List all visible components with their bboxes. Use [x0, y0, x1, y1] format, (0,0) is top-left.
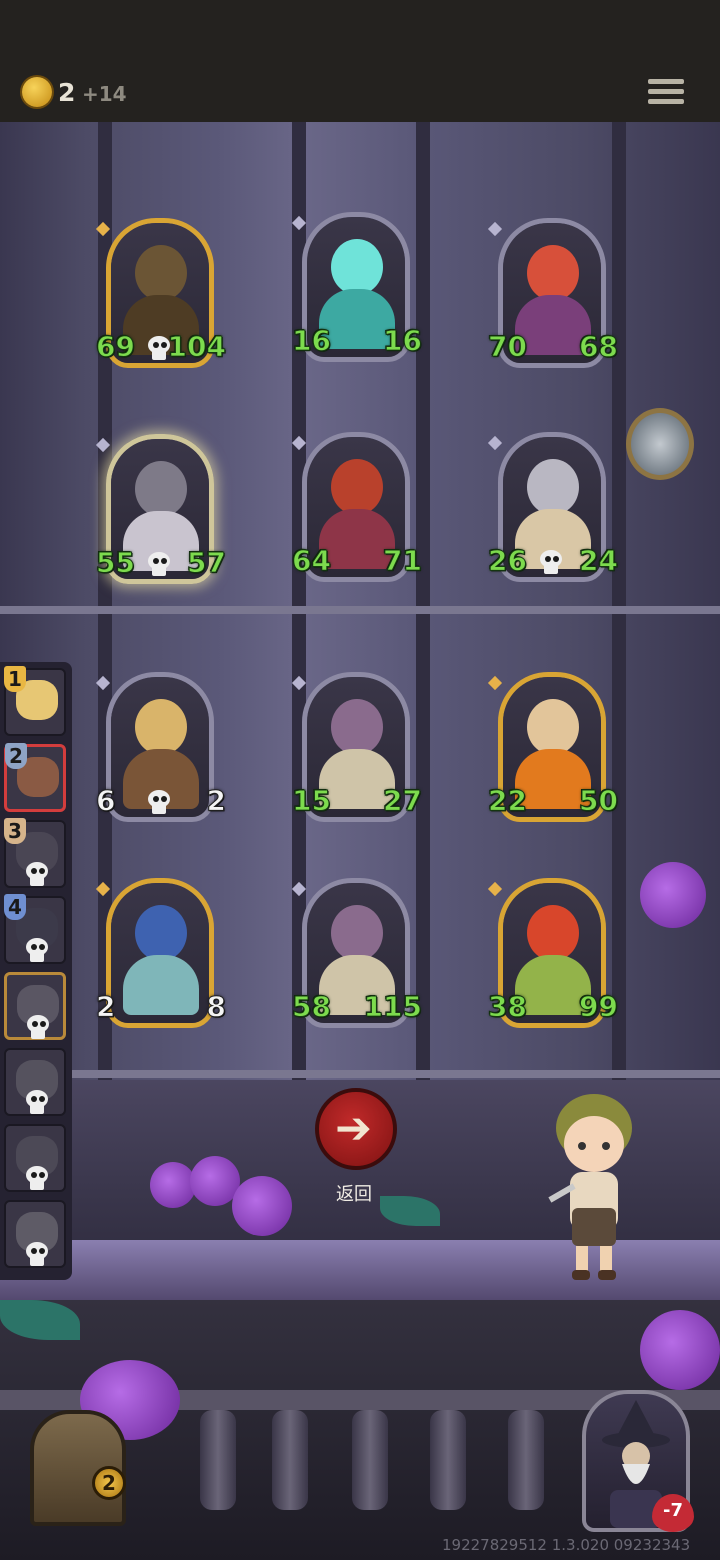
- card-card-knight[interactable]: 26 24: [488, 432, 618, 582]
- attack-value: 26: [488, 544, 528, 578]
- card-ghost[interactable]: 16 16: [292, 212, 422, 362]
- hero-hp-value: -7: [663, 1500, 683, 1521]
- rose-decoration: [640, 862, 706, 928]
- player-character: [548, 1094, 632, 1280]
- card-tomato-devil[interactable]: 38 99: [488, 878, 618, 1028]
- baluster: [200, 1410, 236, 1510]
- card-mushroom-2[interactable]: 58 115: [292, 878, 423, 1028]
- version-text: 19227829512 1.3.020 09232343: [442, 1536, 691, 1554]
- party-slot[interactable]: 4: [4, 894, 66, 964]
- card-portrait: [111, 883, 209, 1023]
- attack-value: 58: [292, 990, 332, 1024]
- health-value: 68: [579, 330, 619, 364]
- shelf: [0, 1070, 720, 1078]
- skull-icon: [24, 1242, 50, 1266]
- top-bar: 2 +14: [0, 0, 720, 122]
- skull-icon: [24, 1166, 50, 1190]
- card-mushroom[interactable]: 15 27: [292, 672, 422, 822]
- health-value: 50: [579, 784, 619, 818]
- party-slot[interactable]: 2: [4, 743, 66, 812]
- card-pumpkin-girl[interactable]: 22 50: [488, 672, 618, 822]
- party-slot[interactable]: [4, 1124, 66, 1192]
- attack-value: 64: [292, 544, 332, 578]
- health-value: 8: [206, 990, 227, 1024]
- health-value: 24: [579, 544, 619, 578]
- baluster: [272, 1410, 308, 1510]
- pillar: [416, 122, 430, 1082]
- card-treant[interactable]: 69 104: [96, 218, 227, 368]
- health-value: 57: [187, 546, 227, 580]
- slot-order-badge: 2: [5, 743, 27, 769]
- card-bone-dragon[interactable]: 55 57: [96, 434, 226, 584]
- slot-order-badge: 1: [4, 666, 26, 692]
- attack-value: 15: [292, 784, 332, 818]
- back-arrow-icon: ➔: [335, 1103, 372, 1154]
- slot-order-badge: 4: [4, 894, 26, 920]
- slot-order-badge: 3: [4, 818, 26, 844]
- party-slot[interactable]: 3: [4, 818, 66, 888]
- party-slot[interactable]: [4, 1048, 66, 1116]
- baluster: [508, 1410, 544, 1510]
- shelf: [0, 606, 720, 614]
- skull-icon: [146, 790, 172, 814]
- health-value: 2: [206, 784, 227, 818]
- baluster: [430, 1410, 466, 1510]
- attack-value: 38: [488, 990, 528, 1024]
- card-blue-goblin[interactable]: 28: [95, 878, 227, 1028]
- chest-count: 2: [92, 1466, 126, 1500]
- coin-income: +14: [82, 82, 127, 106]
- party-slot[interactable]: 1: [4, 666, 66, 736]
- attack-value: 6: [95, 784, 116, 818]
- coin-icon: [22, 77, 52, 107]
- pocket-watch-icon[interactable]: [626, 408, 694, 480]
- attack-value: 70: [488, 330, 528, 364]
- skull-icon: [24, 1090, 50, 1114]
- card-red-haired-girl[interactable]: 70 68: [488, 218, 618, 368]
- health-value: 27: [383, 784, 423, 818]
- party-slot[interactable]: [4, 1200, 66, 1268]
- rose-decoration: [640, 1310, 720, 1390]
- party-slot[interactable]: [4, 972, 66, 1040]
- skull-icon: [146, 552, 172, 576]
- menu-button[interactable]: [648, 74, 684, 108]
- attack-value: 69: [96, 330, 136, 364]
- skull-icon: [538, 550, 564, 574]
- hero-hp-badge: -7: [652, 1494, 694, 1532]
- skull-icon: [24, 938, 50, 962]
- back-label: 返回: [336, 1184, 372, 1205]
- treasure-chest[interactable]: 2: [8, 1400, 148, 1532]
- coin-count: 2: [58, 78, 76, 107]
- attack-value: 2: [95, 990, 116, 1024]
- party-sidebar: 1 2 3 4: [0, 662, 72, 1280]
- health-value: 115: [363, 990, 422, 1024]
- health-value: 104: [167, 330, 226, 364]
- health-value: 99: [579, 990, 619, 1024]
- rose-decoration: [150, 1162, 196, 1208]
- card-scarecrow-lady[interactable]: 62: [95, 672, 227, 822]
- skull-icon: [25, 1015, 51, 1039]
- health-value: 71: [383, 544, 423, 578]
- skull-icon: [24, 862, 50, 886]
- skull-icon: [146, 336, 172, 360]
- attack-value: 16: [292, 324, 332, 358]
- attack-value: 55: [96, 546, 136, 580]
- back-button[interactable]: ➔: [315, 1088, 397, 1170]
- card-frame: [106, 878, 214, 1028]
- baluster: [352, 1410, 388, 1510]
- health-value: 16: [383, 324, 423, 358]
- rose-decoration: [232, 1176, 292, 1236]
- card-serpent[interactable]: 64 71: [292, 432, 422, 582]
- pillar: [612, 122, 626, 1082]
- attack-value: 22: [488, 784, 528, 818]
- hero-portrait[interactable]: -7: [582, 1390, 694, 1532]
